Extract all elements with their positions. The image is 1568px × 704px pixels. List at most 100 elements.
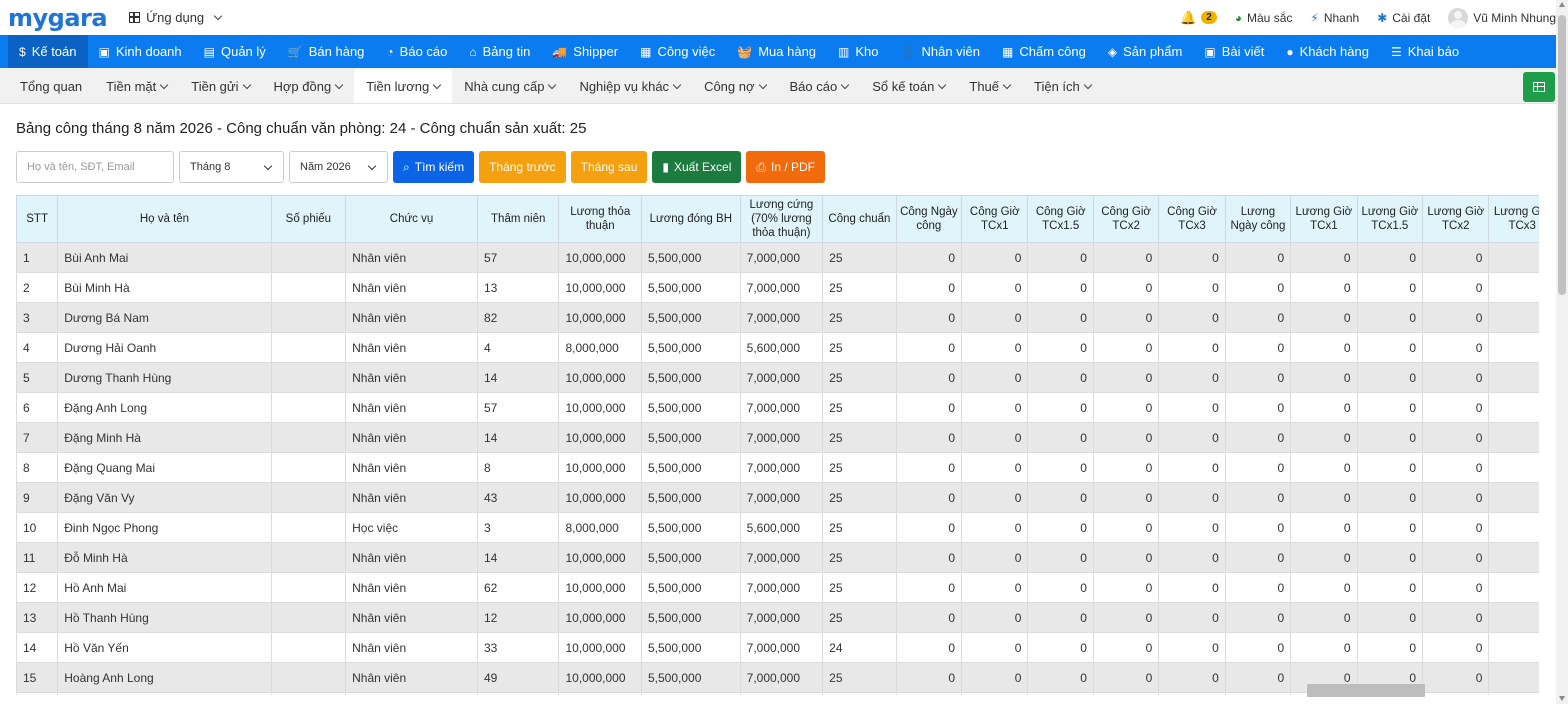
sub-nav-item[interactable]: Nghiệp vụ khác [567,69,692,103]
table-row[interactable]: 7 Đặng Minh Hà Nhân viên 14 10,000,000 5,500,… [16,422,1539,453]
sub-nav-item[interactable]: Hợp đồng [262,69,355,103]
main-nav-item[interactable]: ● Khách hàng [1275,35,1380,68]
table-row[interactable]: 10 Đinh Ngọc Phong Học việc 3 8,000,000 5,500… [16,512,1539,543]
column-header[interactable]: Họ và tên [57,195,272,243]
main-nav-item[interactable]: 👤 Nhân viên [890,35,992,68]
column-header[interactable]: Công Giờ TCx3 [1158,195,1226,243]
table-row[interactable]: 12 Hồ Anh Mai Nhân viên 62 10,000,000 5,500,0… [16,572,1539,603]
table-row[interactable]: 13 Hồ Thanh Hùng Nhân viên 12 10,000,000 5,50… [16,602,1539,633]
sub-nav-label: Tiện ích [1034,78,1080,94]
settings-button[interactable]: ✱ Cài đặt [1377,11,1430,25]
table-cell: 0 [1027,272,1094,303]
export-excel-button[interactable]: ▮ Xuất Excel [652,151,742,183]
table-row[interactable]: 1 Bùi Anh Mai Nhân viên 57 10,000,000 5,500,0… [16,242,1539,273]
main-nav-item[interactable]: ▥ Kho [827,35,889,68]
column-header[interactable]: Công chuẩn [822,195,897,243]
sub-nav-item[interactable]: Tiện ích [1022,69,1103,103]
column-header[interactable]: Lương cứng (70% lương thỏa thuận) [739,195,824,243]
table-cell: 0 [1488,302,1539,333]
timesheet-table-wrapper[interactable]: STT Họ và tên Số phiếu Chức vụ Thâm niên Lươn… [16,195,1539,695]
table-row[interactable]: 3 Dương Bá Nam Nhân viên 82 10,000,000 5,500,… [16,302,1539,333]
main-nav-item[interactable]: 🧺 Mua hàng [726,35,827,68]
search-button[interactable]: ⌕ Tìm kiếm [393,151,475,183]
settings-label: Cài đặt [1392,10,1431,25]
sub-nav-item[interactable]: Nhà cung cấp [452,69,567,103]
table-cell: 0 [1290,422,1358,453]
table-row[interactable]: 9 Đặng Văn Vy Nhân viên 43 10,000,000 5,500,0… [16,482,1539,513]
logo[interactable]: mygara [8,4,108,32]
print-pdf-button[interactable]: ⎙ In / PDF [746,151,825,183]
apps-menu[interactable]: Ứng dụng [129,10,223,25]
column-header[interactable]: Công Giờ TCx1.5 [1027,195,1094,243]
table-cell: 0 [1488,392,1539,423]
main-nav-item[interactable]: ☰ Khai báo [1380,35,1470,68]
table-row[interactable]: 11 Đỗ Minh Hà Nhân viên 14 10,000,000 5,500,0… [16,542,1539,573]
column-header[interactable]: Chức vụ [345,195,478,243]
main-nav-item[interactable]: ⌂ Bảng tin [458,35,541,68]
main-nav-item[interactable]: ▣ Bài viết [1193,35,1275,68]
table-view-button[interactable] [1523,72,1555,102]
user-menu[interactable]: Vũ Minh Nhung [1448,7,1556,28]
column-header[interactable]: Lương Giờ TCx1 [1290,195,1358,243]
main-nav-item[interactable]: 🚚 Shipper [541,35,629,68]
sub-nav-item[interactable]: Thuế [957,69,1022,103]
main-nav-item[interactable]: ▣ Kinh doanh [88,35,193,68]
search-input[interactable] [16,151,174,183]
table-cell: Hoàng Anh Long [57,662,272,693]
main-nav-item[interactable]: ◈ Sản phẩm [1097,35,1194,68]
quick-button[interactable]: ⚡ Nhanh [1310,11,1359,25]
table-cell: 0 [895,452,963,483]
sub-nav-item[interactable]: Tổng quan [8,69,94,103]
column-header[interactable]: Lương thỏa thuận [558,195,642,243]
sub-nav-label: Hợp đồng [273,78,332,94]
nav-item-icon: ▤ [203,44,215,59]
column-header[interactable]: Công Giờ TCx1 [961,195,1029,243]
sub-nav-item[interactable]: Tiền gửi [179,69,261,103]
column-header[interactable]: Lương Giờ TCx1.5 [1356,195,1424,243]
column-header[interactable]: Lương Giờ TCx3 [1488,195,1539,243]
main-nav-item[interactable]: $ Kế toán [8,35,88,68]
scroll-thumb[interactable] [1558,15,1566,295]
column-header[interactable]: Lương Giờ TCx2 [1422,195,1490,243]
apps-label: Ứng dụng [146,10,205,25]
column-header[interactable]: Lương Ngày công [1224,195,1292,243]
table-row[interactable]: 8 Đặng Quang Mai Nhân viên 8 10,000,000 5,500… [16,452,1539,483]
sub-nav-item[interactable]: Tiền mặt [94,69,179,103]
main-nav-item[interactable]: ◔ Báo cáo [375,35,458,68]
column-header[interactable]: Số phiếu [270,195,347,243]
table-row[interactable]: 4 Dương Hải Oanh Nhân viên 4 8,000,000 5,500,… [16,332,1539,363]
column-header[interactable]: STT [16,195,59,243]
month-select[interactable]: Tháng 8 [179,151,284,183]
vertical-scrollbar[interactable] [1556,0,1568,704]
color-theme-button[interactable]: ◕ Màu sắc [1235,11,1293,25]
main-nav-item[interactable]: ▤ Quản lý [193,35,277,68]
table-row[interactable]: 14 Hồ Văn Yến Nhân viên 33 10,000,000 5,500,0… [16,632,1539,663]
sub-nav-item[interactable]: Sổ kế toán [860,69,957,103]
next-month-button[interactable]: Tháng sau [570,151,648,183]
scroll-up-icon[interactable] [1559,2,1565,7]
year-select[interactable]: Năm 2026 [289,151,388,183]
main-nav-item[interactable]: 🛒 Bán hàng [277,35,376,68]
column-header[interactable]: Thâm niên [476,195,560,243]
sub-nav-item[interactable]: Báo cáo [778,69,861,103]
scroll-down-icon[interactable] [1559,696,1565,701]
table-row[interactable]: 5 Dương Thanh Hùng Nhân viên 14 10,000,000 5,… [16,362,1539,393]
notifications-button[interactable]: 🔔 2 [1180,10,1217,26]
table-row[interactable]: 2 Bùi Minh Hà Nhân viên 13 10,000,000 5,500,0… [16,272,1539,303]
column-header[interactable]: Lương đóng BH [641,195,741,243]
table-cell: 0 [895,632,963,663]
table-row[interactable]: 6 Đặng Anh Long Nhân viên 57 10,000,000 5,500… [16,392,1539,423]
table-cell: 0 [961,602,1029,633]
main-nav-item[interactable]: ▦ Chấm công [991,35,1097,68]
table-cell: 0 [961,242,1029,273]
sub-nav-item[interactable]: Tiền lương [354,69,453,103]
column-header[interactable]: Công Giờ TCx2 [1092,195,1160,243]
column-header[interactable]: Công Ngày công [895,195,963,243]
table-cell: 0 [1027,572,1094,603]
table-cell: 0 [895,272,963,303]
main-nav-item[interactable]: ▦ Công việc [629,35,726,68]
horizontal-scrollbar[interactable] [1307,684,1425,697]
table-cell: 0 [1422,362,1490,393]
sub-nav-item[interactable]: Công nợ [692,69,777,103]
prev-month-button[interactable]: Tháng trước [479,151,566,183]
